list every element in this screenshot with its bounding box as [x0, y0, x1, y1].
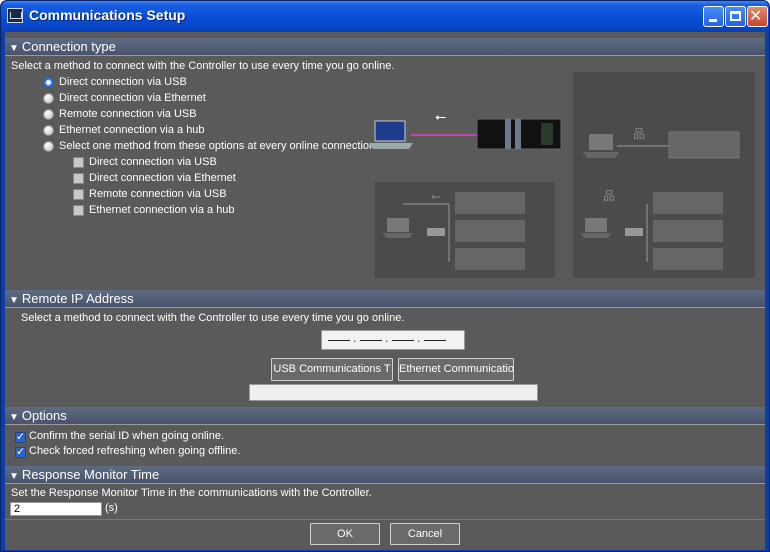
radio-select-each-time[interactable] [43, 141, 54, 152]
options-title: Options [21, 408, 67, 423]
ethernet-communications-test-button[interactable]: Ethernet Communicatio [398, 358, 514, 381]
response-monitor-unit: (s) [105, 502, 118, 514]
app-window-icon [7, 8, 23, 23]
remote-ip-header[interactable]: ▼ Remote IP Address [5, 290, 765, 307]
checkbox-remote-usb[interactable] [73, 189, 84, 200]
close-button[interactable]: ✕ [747, 6, 768, 27]
checkbox-direct-usb[interactable] [73, 157, 84, 168]
options-body: Confirm the serial ID when going online.… [5, 424, 765, 465]
minimize-icon [709, 19, 717, 22]
remote-usb-illustration-panel: ⭠ [375, 182, 555, 278]
network-icon: 品 [603, 189, 615, 203]
radio-direct-ethernet-label: Direct connection via Ethernet [59, 92, 206, 104]
confirm-serial-id-label: Confirm the serial ID when going online. [29, 430, 225, 442]
window-title: Communications Setup [29, 7, 186, 23]
connection-type-body: Select a method to connect with the Cont… [5, 55, 765, 289]
dialog-client: ▼ Connection type Select a method to conn… [5, 32, 765, 550]
radio-remote-usb[interactable] [43, 109, 54, 120]
remote-ip-instruction: Select a method to connect with the Cont… [21, 312, 405, 324]
checkbox-ethernet-hub-label: Ethernet connection via a hub [89, 204, 235, 216]
cancel-button[interactable]: Cancel [390, 523, 460, 545]
radio-direct-usb-label: Direct connection via USB [59, 76, 187, 88]
remote-ip-body: Select a method to connect with the Cont… [5, 307, 765, 406]
direct-usb-illustration: ⭠ [369, 109, 562, 150]
ethernet-hub-illustration: 品 [581, 189, 723, 270]
usb-symbol-icon: ⭠ [435, 109, 446, 125]
radio-select-each-time-label: Select one method from these options at … [59, 140, 379, 152]
checkbox-check-forced-refreshing[interactable] [15, 445, 26, 458]
connection-type-instruction: Select a method to connect with the Cont… [11, 60, 395, 72]
maximize-icon [730, 11, 741, 21]
radio-remote-usb-label: Remote connection via USB [59, 108, 197, 120]
title-bar[interactable]: Communications Setup ✕ [1, 1, 769, 32]
options-header[interactable]: ▼ Options [5, 407, 765, 424]
response-monitor-instruction: Set the Response Monitor Time in the com… [11, 487, 372, 499]
radio-direct-usb[interactable] [43, 77, 54, 88]
checkbox-remote-usb-label: Remote connection via USB [89, 188, 227, 200]
radio-ethernet-hub-label: Ethernet connection via a hub [59, 124, 205, 136]
radio-ethernet-hub[interactable] [43, 125, 54, 136]
ok-button[interactable]: OK [310, 523, 380, 545]
response-monitor-header[interactable]: ▼ Response Monitor Time [5, 466, 765, 483]
dialog-button-bar: OK Cancel [5, 519, 765, 550]
usb-symbol-icon: ⭠ [431, 189, 441, 203]
communications-setup-window: Communications Setup ✕ ▼ Connection type … [0, 0, 770, 552]
response-monitor-title: Response Monitor Time [21, 467, 160, 482]
test-result-field [249, 384, 538, 401]
minimize-button[interactable] [703, 6, 724, 27]
checkbox-direct-usb-label: Direct connection via USB [89, 156, 217, 168]
checkbox-direct-ethernet-label: Direct connection via Ethernet [89, 172, 236, 184]
radio-direct-ethernet[interactable] [43, 93, 54, 104]
remote-usb-illustration: ⭠ [383, 189, 525, 270]
checkbox-confirm-serial-id[interactable] [15, 430, 26, 443]
ethernet-direct-illustration: 品 [583, 127, 740, 159]
ip-address-field[interactable]: . . . [321, 330, 465, 350]
maximize-button[interactable] [725, 6, 746, 27]
remote-ip-title: Remote IP Address [21, 291, 134, 306]
checkbox-direct-ethernet[interactable] [73, 173, 84, 184]
check-forced-refreshing-label: Check forced refreshing when going offli… [29, 445, 241, 457]
usb-communications-test-button[interactable]: USB Communications T [271, 358, 393, 381]
connection-type-title: Connection type [21, 39, 116, 54]
response-monitor-body: Set the Response Monitor Time in the com… [5, 483, 765, 519]
ethernet-hub-illustration-panel: 品 [573, 182, 755, 278]
laptop-icon [374, 120, 406, 142]
connection-type-header[interactable]: ▼ Connection type [5, 38, 765, 55]
ethernet-direct-illustration-panel: 品 [573, 72, 755, 188]
close-icon: ✕ [749, 6, 763, 25]
network-icon: 品 [633, 127, 645, 141]
response-monitor-time-input[interactable]: 2 [10, 502, 102, 516]
laptop-base [369, 143, 413, 149]
checkbox-ethernet-hub[interactable] [73, 205, 84, 216]
